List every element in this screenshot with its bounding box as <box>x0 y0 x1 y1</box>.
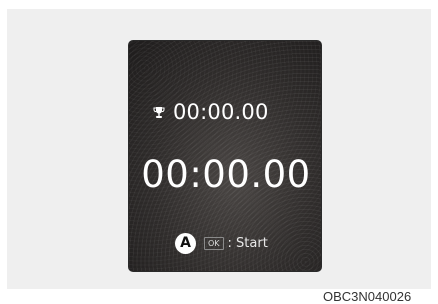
start-hint-text: : Start <box>227 235 268 251</box>
ok-key-label: OK <box>204 236 224 250</box>
main-time: 00:00.00 <box>141 153 311 196</box>
start-hint: A OK : Start <box>175 231 268 255</box>
callout-marker-a: A <box>175 232 196 254</box>
figure-code: OBC3N040026 <box>323 289 412 304</box>
best-time: 00:00.00 <box>173 100 269 124</box>
best-time-row: 00:00.00 <box>153 98 269 126</box>
trophy-icon <box>153 106 165 118</box>
stopwatch-screen: 00:00.00 00:00.00 A OK : Start <box>128 40 322 272</box>
